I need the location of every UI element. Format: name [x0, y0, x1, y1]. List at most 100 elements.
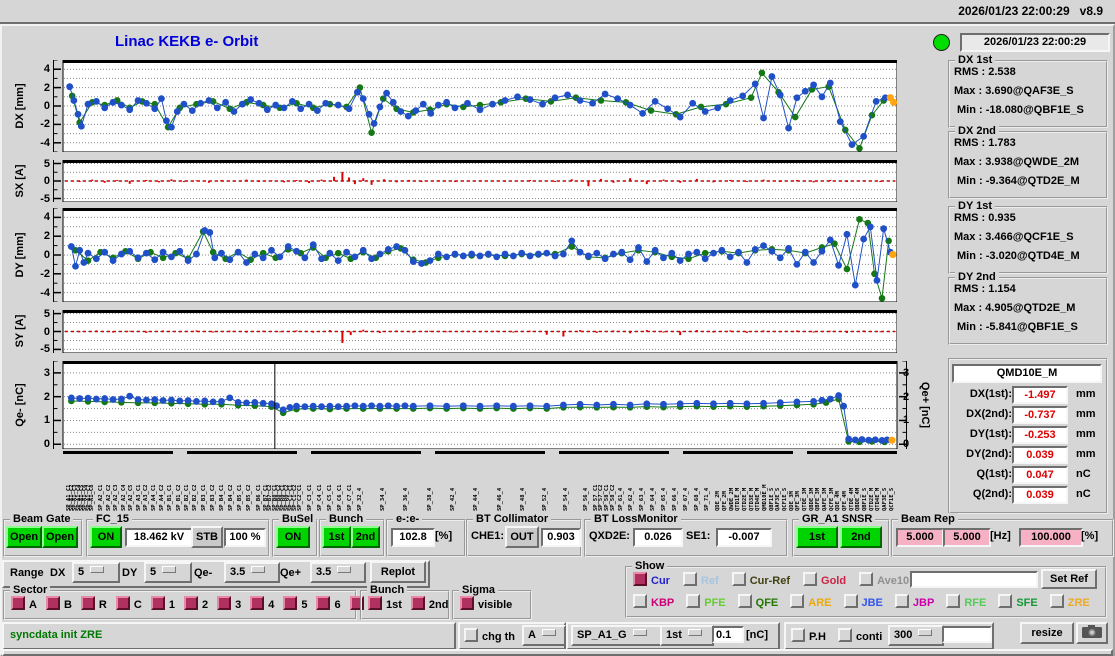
- conti-checkbox[interactable]: [838, 628, 852, 642]
- checkbox[interactable]: [316, 596, 331, 610]
- sector-checkbox-6[interactable]: 6: [316, 596, 341, 611]
- show-checkbox-kbp[interactable]: KBP: [633, 594, 674, 609]
- show-checkbox-are[interactable]: ARE: [790, 594, 832, 609]
- ph-checkbox-item[interactable]: P.H: [791, 628, 826, 643]
- show-checkbox-cur-ref[interactable]: Cur-Ref: [731, 572, 790, 587]
- checkbox[interactable]: [682, 572, 697, 586]
- checkbox[interactable]: [946, 594, 961, 608]
- snsr-1st-button[interactable]: 1st: [796, 526, 838, 548]
- range-qe-plus-select[interactable]: 3.5: [310, 562, 366, 583]
- sector-checkbox-5[interactable]: 5: [283, 596, 307, 611]
- ph-checkbox[interactable]: [791, 628, 805, 642]
- checkbox[interactable]: [894, 594, 909, 608]
- checkbox[interactable]: [843, 594, 858, 608]
- sector-checkbox-4[interactable]: 4: [250, 596, 274, 611]
- sector-checkbox-3[interactable]: 3: [217, 596, 241, 611]
- bottom-resize-strip[interactable]: [2, 649, 1113, 656]
- bunch-checkbox-2nd[interactable]: 2nd: [410, 596, 448, 611]
- sp-monitor-select[interactable]: SP_A1_G: [571, 625, 663, 646]
- checkbox[interactable]: [410, 596, 425, 610]
- checkbox[interactable]: [150, 596, 165, 610]
- show-checkbox-jbe[interactable]: JBE: [843, 594, 883, 609]
- bunch-select-title: Bunch: [326, 513, 367, 526]
- checkbox[interactable]: [998, 594, 1013, 608]
- bt-collimator-title: BT Collimator: [473, 513, 552, 526]
- fc15-stb-button[interactable]: STB: [191, 526, 223, 548]
- beam-rep-pct-unit: [%]: [1081, 530, 1099, 542]
- points-select[interactable]: 300: [888, 625, 944, 646]
- conti-checkbox-item[interactable]: conti: [838, 628, 882, 643]
- checkbox[interactable]: [45, 596, 60, 610]
- dx-orbit-plot[interactable]: [51, 59, 898, 153]
- sector-checkbox-b[interactable]: B: [45, 596, 72, 611]
- checkbox[interactable]: [217, 596, 232, 610]
- checkbox[interactable]: [368, 596, 382, 610]
- ref-name-input[interactable]: [910, 571, 1038, 588]
- show-checkbox-qfe[interactable]: QFE: [737, 594, 778, 609]
- screenshot-button[interactable]: [1076, 622, 1108, 644]
- checkbox[interactable]: [737, 594, 752, 608]
- chg-th-checkbox-item[interactable]: chg th: [464, 628, 515, 643]
- ph-extra-input[interactable]: [942, 626, 992, 643]
- sigma-group: Sigma visible: [452, 584, 532, 620]
- bunch-2nd-button[interactable]: 2nd: [351, 526, 380, 548]
- range-dy-select[interactable]: 5: [144, 562, 192, 583]
- resize-button[interactable]: resize: [1020, 622, 1074, 644]
- beam-gate-open-button-1[interactable]: Open: [6, 526, 42, 548]
- sector-checkbox-a[interactable]: A: [11, 596, 37, 611]
- page-title: Linac KEKB e- Orbit: [115, 33, 259, 50]
- che1-state-button[interactable]: OUT: [505, 526, 539, 548]
- checkbox[interactable]: [250, 596, 265, 610]
- dy-orbit-plot[interactable]: [51, 207, 898, 303]
- tick-label: 0: [43, 438, 50, 451]
- checkbox[interactable]: [859, 572, 874, 586]
- checkbox[interactable]: [283, 596, 298, 610]
- bunch-1st-button[interactable]: 1st: [322, 526, 351, 548]
- checkbox[interactable]: [460, 596, 474, 610]
- checkbox[interactable]: [1049, 594, 1064, 608]
- sy-steering-plot[interactable]: [51, 309, 898, 354]
- sx-steering-plot[interactable]: [51, 159, 898, 203]
- beam-gate-open-button-2[interactable]: Open: [42, 526, 78, 548]
- checkbox[interactable]: [11, 596, 25, 610]
- checkbox[interactable]: [80, 596, 95, 610]
- bpm-name-label: SP_B6_C1: [255, 484, 262, 512]
- sp-bunch-select[interactable]: 1st: [660, 625, 714, 646]
- show-checkbox-zre[interactable]: ZRE: [1049, 594, 1090, 609]
- show-checkbox-ref[interactable]: Ref: [682, 572, 719, 587]
- range-qe-minus-select[interactable]: 3.5: [224, 562, 280, 583]
- show-checkbox-jbp[interactable]: JBP: [894, 594, 934, 609]
- charge-plot[interactable]: [51, 360, 909, 450]
- fc15-on-button[interactable]: ON: [90, 526, 122, 548]
- sector-checkbox-2[interactable]: 2: [183, 596, 208, 611]
- snsr-2nd-button[interactable]: 2nd: [840, 526, 882, 548]
- checkbox[interactable]: [803, 572, 818, 586]
- range-dx-select[interactable]: 5: [72, 562, 120, 583]
- checkbox[interactable]: [686, 594, 701, 608]
- set-ref-button[interactable]: Set Ref: [1041, 569, 1097, 589]
- replot-button[interactable]: Replot: [370, 561, 426, 583]
- sector-checkbox-1[interactable]: 1: [150, 596, 175, 611]
- show-checkbox-rfe[interactable]: RFE: [946, 594, 986, 609]
- checkbox[interactable]: [731, 572, 746, 586]
- sigma-checkbox-visible[interactable]: visible: [460, 596, 512, 611]
- sector-checkbox-r[interactable]: R: [80, 596, 107, 611]
- show-checkbox-cur[interactable]: Cur: [633, 572, 670, 587]
- checkbox[interactable]: [183, 596, 198, 610]
- show-checkbox-ave10[interactable]: Ave10: [859, 572, 909, 587]
- chg-th-select[interactable]: A: [522, 625, 566, 646]
- busel-on-button[interactable]: ON: [276, 526, 310, 548]
- sector-checkbox-c[interactable]: C: [115, 596, 142, 611]
- checkbox[interactable]: [633, 594, 647, 608]
- chg-th-checkbox[interactable]: [464, 628, 478, 642]
- gr-a1-snsr-title: GR_A1 SNSR: [799, 513, 876, 526]
- checkbox[interactable]: [633, 572, 647, 586]
- show-checkbox-sfe[interactable]: SFE: [998, 594, 1038, 609]
- checkbox[interactable]: [115, 596, 130, 610]
- show-checkbox-pfe[interactable]: PFE: [686, 594, 726, 609]
- bunch-checkbox-1st[interactable]: 1st: [368, 596, 402, 611]
- tick-label: -5: [40, 343, 50, 356]
- checkbox[interactable]: [790, 594, 805, 608]
- threshold-input[interactable]: [712, 626, 744, 643]
- show-checkbox-gold[interactable]: Gold: [803, 572, 846, 587]
